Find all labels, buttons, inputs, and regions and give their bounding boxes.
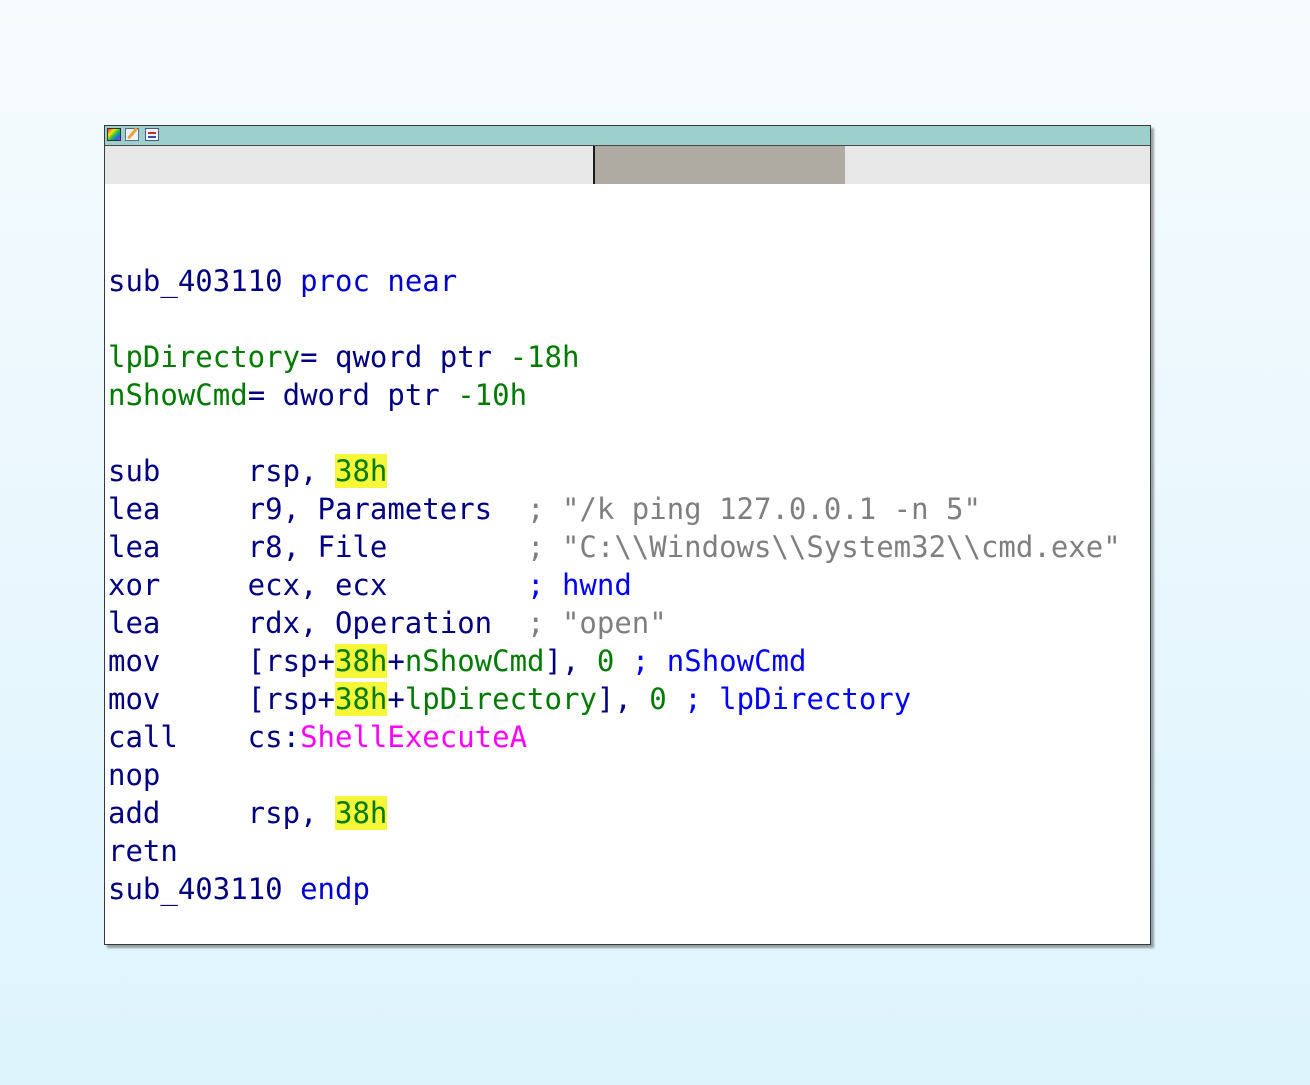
code-line[interactable]: lea r9, Parameters ; "/k ping 127.0.0.1 … bbox=[108, 490, 981, 528]
code-token[interactable]: + bbox=[387, 682, 404, 716]
code-token[interactable]: add rsp, bbox=[108, 796, 335, 830]
node-header-strip bbox=[105, 146, 1150, 184]
code-token[interactable]: call cs: bbox=[108, 720, 300, 754]
code-token[interactable]: endp bbox=[283, 872, 370, 906]
code-line[interactable]: call cs:ShellExecuteA bbox=[108, 718, 527, 756]
code-line[interactable]: retn bbox=[108, 832, 178, 870]
code-token[interactable]: lpDirectory bbox=[108, 340, 300, 374]
code-token[interactable]: proc near bbox=[283, 264, 457, 298]
code-line[interactable]: mov [rsp+38h+nShowCmd], 0 ; nShowCmd bbox=[108, 642, 806, 680]
code-token[interactable]: -18h bbox=[510, 340, 580, 374]
rename-icon[interactable] bbox=[125, 128, 139, 141]
code-line[interactable]: add rsp, 38h bbox=[108, 794, 388, 832]
code-token[interactable]: ; "open" bbox=[527, 606, 667, 640]
code-token[interactable]: lea r9, Parameters bbox=[108, 492, 527, 526]
code-token[interactable]: ], bbox=[545, 644, 597, 678]
node-title-bar[interactable] bbox=[105, 126, 1150, 146]
code-token[interactable]: 0 bbox=[597, 644, 614, 678]
code-token[interactable]: = qword ptr bbox=[300, 340, 510, 374]
code-token[interactable]: xor ecx, ecx bbox=[108, 568, 527, 602]
code-line[interactable]: sub_403110 proc near bbox=[108, 262, 457, 300]
code-token[interactable]: nShowCmd bbox=[108, 378, 248, 412]
code-token[interactable]: lea r8, File bbox=[108, 530, 527, 564]
code-line[interactable]: mov [rsp+38h+lpDirectory], 0 ; lpDirecto… bbox=[108, 680, 911, 718]
code-token[interactable]: nShowCmd bbox=[405, 644, 545, 678]
code-token[interactable]: nop bbox=[108, 758, 160, 792]
code-line[interactable]: nShowCmd= dword ptr -10h bbox=[108, 376, 527, 414]
code-token[interactable]: lea rdx, Operation bbox=[108, 606, 527, 640]
code-token[interactable]: ], bbox=[597, 682, 649, 716]
code-token[interactable]: + bbox=[387, 644, 404, 678]
code-line[interactable]: lea rdx, Operation ; "open" bbox=[108, 604, 667, 642]
code-token[interactable]: 0 bbox=[649, 682, 666, 716]
code-line[interactable]: lpDirectory= qword ptr -18h bbox=[108, 338, 579, 376]
code-line[interactable]: lea r8, File ; "C:\\Windows\\System32\\c… bbox=[108, 528, 1121, 566]
code-token[interactable]: ; "C:\\Windows\\System32\\cmd.exe" bbox=[527, 530, 1121, 564]
highlighted-operand[interactable]: 38h bbox=[334, 796, 388, 830]
code-token[interactable]: retn bbox=[108, 834, 178, 868]
code-token[interactable]: ; lpDirectory bbox=[667, 682, 911, 716]
code-line[interactable]: sub_403110 endp bbox=[108, 870, 370, 908]
code-line[interactable]: sub rsp, 38h bbox=[108, 452, 388, 490]
header-scroll-thumb[interactable] bbox=[593, 146, 845, 184]
code-line[interactable]: xor ecx, ecx ; hwnd bbox=[108, 566, 632, 604]
code-token[interactable]: sub_403110 bbox=[108, 872, 283, 906]
code-token[interactable]: sub rsp, bbox=[108, 454, 335, 488]
code-token[interactable]: mov [rsp+ bbox=[108, 682, 335, 716]
code-token[interactable]: ; hwnd bbox=[527, 568, 632, 602]
code-token[interactable]: ; "/k ping 127.0.0.1 -n 5" bbox=[527, 492, 981, 526]
highlighted-operand[interactable]: 38h bbox=[334, 682, 388, 716]
graph-view-icon[interactable] bbox=[145, 128, 159, 141]
highlighted-operand[interactable]: 38h bbox=[334, 454, 388, 488]
code-line[interactable]: nop bbox=[108, 756, 160, 794]
code-token[interactable]: ; nShowCmd bbox=[614, 644, 807, 678]
graph-node: sub_403110 proc near lpDirectory= qword p… bbox=[104, 125, 1151, 945]
code-token[interactable]: = dword ptr bbox=[248, 378, 458, 412]
code-token[interactable]: sub_403110 bbox=[108, 264, 283, 298]
highlighted-operand[interactable]: 38h bbox=[334, 644, 388, 678]
color-palette-icon[interactable] bbox=[107, 128, 121, 141]
import-reference[interactable]: ShellExecuteA bbox=[300, 720, 527, 754]
code-token[interactable]: mov [rsp+ bbox=[108, 644, 335, 678]
code-token[interactable]: -10h bbox=[457, 378, 527, 412]
code-token[interactable]: lpDirectory bbox=[405, 682, 597, 716]
